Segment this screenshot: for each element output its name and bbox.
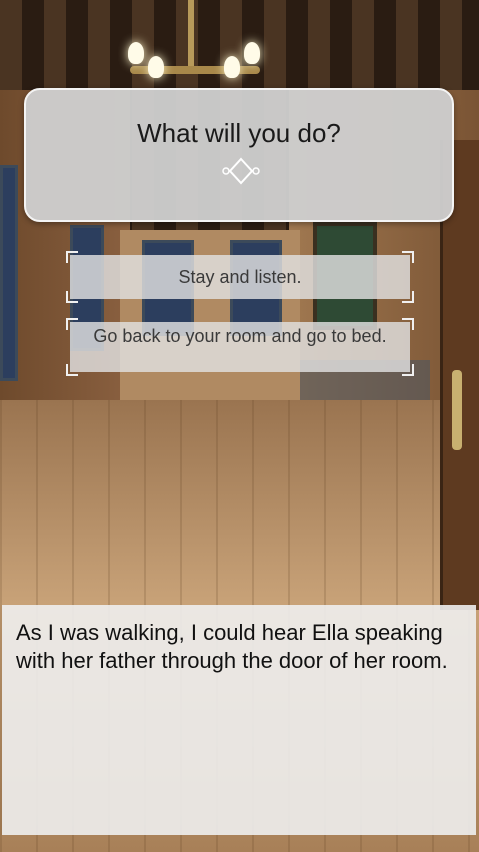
choice-label: Go back to your room and go to bed. <box>93 326 387 346</box>
dialogue-text: As I was walking, I could hear Ella spea… <box>16 620 448 673</box>
choice-stay-and-listen[interactable]: Stay and listen. <box>66 251 414 303</box>
question-text: What will you do? <box>137 118 341 148</box>
chandelier-icon <box>120 0 270 90</box>
diamond-divider-icon <box>100 157 382 185</box>
door-handle <box>452 370 462 450</box>
dialogue-box[interactable]: As I was walking, I could hear Ella spea… <box>2 605 476 835</box>
choice-label: Stay and listen. <box>178 267 302 287</box>
left-window <box>0 165 18 381</box>
choice-go-to-bed[interactable]: Go back to your room and go to bed. <box>66 318 414 376</box>
question-panel: What will you do? <box>24 88 454 222</box>
